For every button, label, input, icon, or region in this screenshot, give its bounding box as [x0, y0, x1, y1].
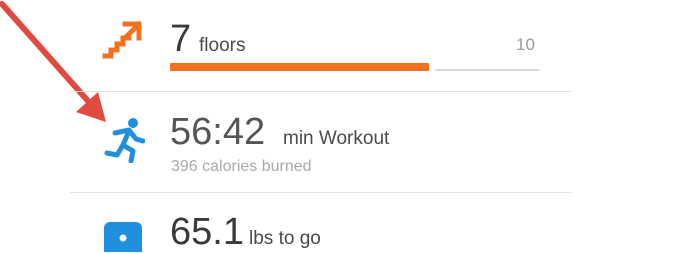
scale-icon [104, 222, 142, 252]
divider [70, 192, 571, 193]
floors-progress-fill [170, 63, 429, 71]
floors-progress-track [435, 69, 539, 71]
workout-value: 56:42 [170, 111, 266, 153]
running-person-icon [103, 117, 145, 163]
floors-goal: 10 [516, 35, 535, 54]
weight-value: 65.1 [170, 211, 244, 253]
floors-value: 7 [170, 18, 192, 60]
weight-unit: lbs to go [249, 228, 321, 249]
divider [70, 91, 571, 92]
workout-unit: min Workout [283, 128, 390, 149]
workout-calories: 396 calories burned [171, 158, 312, 175]
stairs-icon [101, 20, 143, 62]
floors-unit: floors [199, 35, 246, 56]
